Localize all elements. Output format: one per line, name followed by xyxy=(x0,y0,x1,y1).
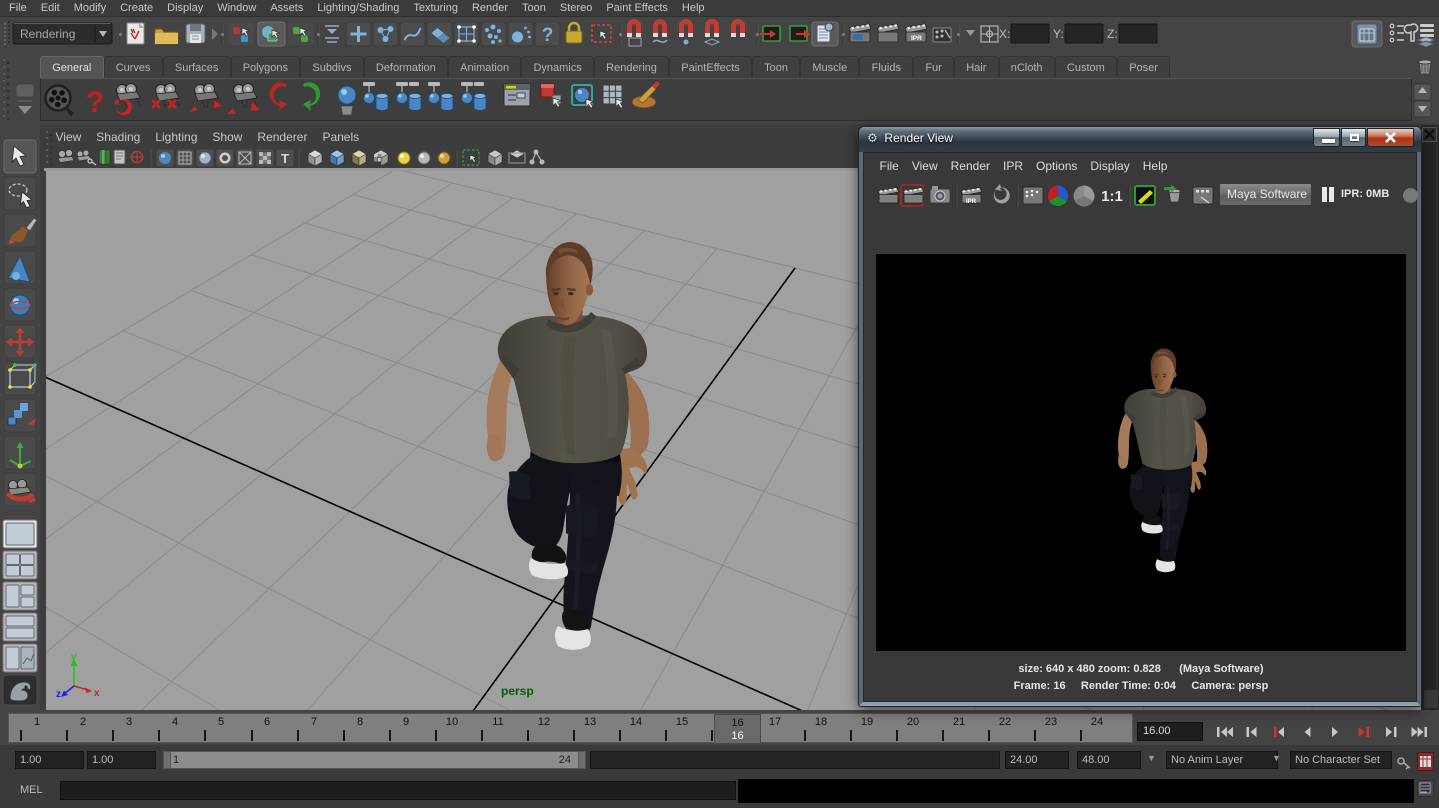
svg-text:IPR: IPR xyxy=(966,199,977,205)
svg-text:T: T xyxy=(281,151,289,166)
svg-text:1:1: 1:1 xyxy=(1101,188,1123,205)
